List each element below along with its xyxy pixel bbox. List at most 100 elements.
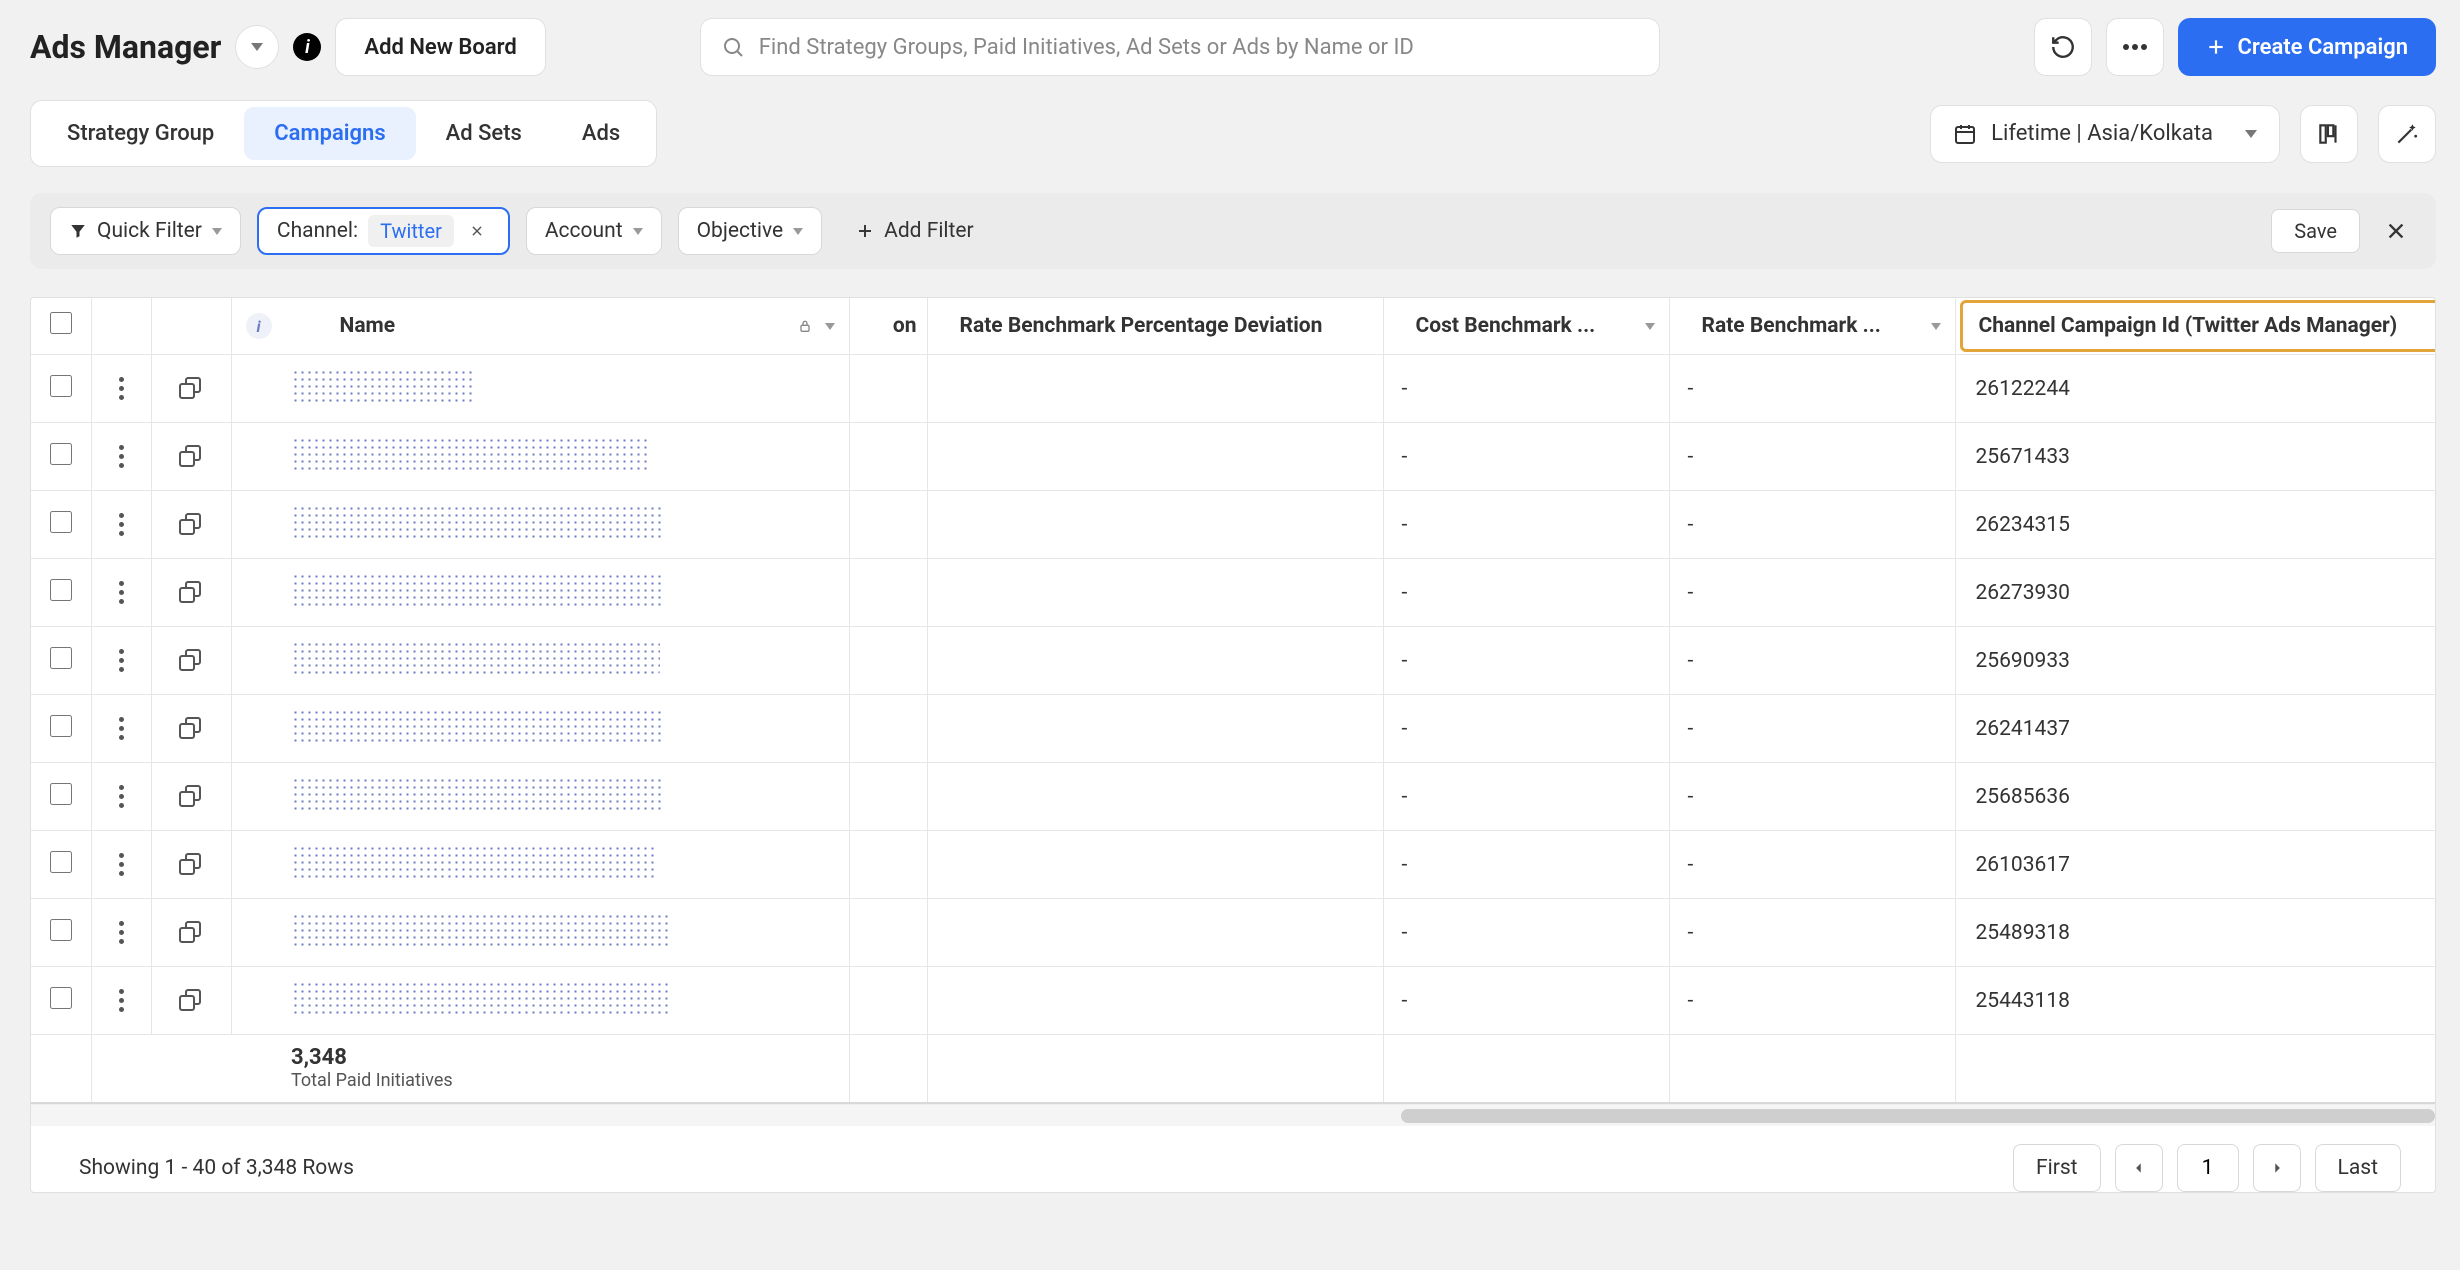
last-page-button[interactable]: Last (2315, 1144, 2401, 1192)
add-board-button[interactable]: Add New Board (335, 18, 545, 76)
col-id-header: Channel Campaign Id (Twitter Ads Manager… (1979, 314, 2398, 338)
row-checkbox[interactable] (50, 579, 72, 601)
info-icon[interactable]: i (293, 33, 321, 61)
search-input[interactable] (759, 35, 1639, 60)
tab-row: Strategy GroupCampaignsAd SetsAds Lifeti… (30, 100, 2436, 167)
summary-count: 3,348 (231, 1046, 849, 1070)
refresh-button[interactable] (2034, 18, 2092, 76)
row-checkbox[interactable] (50, 443, 72, 465)
row-menu-button[interactable] (92, 763, 151, 830)
daterange-button[interactable]: Lifetime | Asia/Kolkata (1930, 105, 2280, 163)
table-row: --25690933 (31, 627, 2436, 695)
create-campaign-button[interactable]: Create Campaign (2178, 18, 2436, 76)
quick-filter-button[interactable]: Quick Filter (50, 207, 241, 255)
campaign-name-redacted (292, 641, 660, 675)
table-row: --26234315 (31, 491, 2436, 559)
showing-text: Showing 1 - 40 of 3,348 Rows (79, 1156, 354, 1180)
campaign-name-redacted (292, 845, 654, 879)
table-footer: Showing 1 - 40 of 3,348 Rows First Last (31, 1126, 2435, 1192)
account-filter-button[interactable]: Account (526, 207, 662, 255)
open-link-icon[interactable] (179, 581, 203, 605)
objective-filter-button[interactable]: Objective (678, 207, 823, 255)
row-menu-button[interactable] (92, 695, 151, 762)
open-link-icon[interactable] (179, 513, 203, 537)
campaign-id-cell: 26103617 (1955, 831, 2436, 899)
magic-button[interactable] (2378, 105, 2436, 163)
quick-filter-label: Quick Filter (97, 219, 202, 243)
table-row: --26103617 (31, 831, 2436, 899)
add-filter-label: Add Filter (884, 219, 974, 243)
row-menu-button[interactable] (92, 355, 151, 422)
create-campaign-label: Create Campaign (2238, 35, 2408, 60)
campaign-name-redacted (292, 437, 650, 471)
col-rate-dev-header: Rate Benchmark Percentage Deviation (960, 314, 1323, 338)
tab-ad-sets[interactable]: Ad Sets (416, 107, 552, 160)
lock-icon (797, 317, 813, 335)
page-input[interactable] (2177, 1144, 2239, 1192)
close-icon (2385, 220, 2407, 242)
row-checkbox[interactable] (50, 987, 72, 1009)
row-menu-button[interactable] (92, 423, 151, 490)
open-link-icon[interactable] (179, 649, 203, 673)
table-row: --26122244 (31, 355, 2436, 423)
columns-button[interactable] (2300, 105, 2358, 163)
row-checkbox[interactable] (50, 783, 72, 805)
rate-cell: - (1669, 559, 1955, 627)
search-icon (721, 35, 745, 59)
tab-strategy-group[interactable]: Strategy Group (37, 107, 244, 160)
open-link-icon[interactable] (179, 445, 203, 469)
title-dropdown[interactable] (235, 25, 279, 69)
row-checkbox[interactable] (50, 375, 72, 397)
channel-filter-chip[interactable]: Channel: Twitter (257, 207, 510, 255)
tab-ads[interactable]: Ads (552, 107, 650, 160)
info-icon[interactable]: i (246, 313, 272, 339)
cost-cell: - (1383, 559, 1669, 627)
row-menu-button[interactable] (92, 491, 151, 558)
row-checkbox[interactable] (50, 511, 72, 533)
campaign-id-cell: 25443118 (1955, 967, 2436, 1035)
add-filter-button[interactable]: Add Filter (838, 207, 992, 255)
more-button[interactable] (2106, 18, 2164, 76)
campaign-id-cell: 25685636 (1955, 763, 2436, 831)
row-checkbox[interactable] (50, 919, 72, 941)
global-search[interactable] (700, 18, 1660, 76)
save-filters-button[interactable]: Save (2271, 209, 2360, 253)
tab-campaigns[interactable]: Campaigns (244, 107, 415, 160)
horizontal-scrollbar[interactable] (31, 1104, 2435, 1126)
sort-icon[interactable] (1931, 323, 1941, 330)
campaign-name-redacted (292, 573, 662, 607)
scrollbar-thumb[interactable] (1401, 1109, 2435, 1123)
row-menu-button[interactable] (92, 899, 151, 966)
campaign-name-redacted (292, 777, 664, 811)
summary-label: Total Paid Initiatives (231, 1070, 849, 1091)
open-link-icon[interactable] (179, 717, 203, 741)
chevron-left-icon (2132, 1160, 2146, 1176)
open-link-icon[interactable] (179, 921, 203, 945)
channel-filter-remove[interactable] (464, 222, 490, 240)
rate-cell: - (1669, 763, 1955, 831)
row-checkbox[interactable] (50, 715, 72, 737)
cost-cell: - (1383, 627, 1669, 695)
row-checkbox[interactable] (50, 851, 72, 873)
sort-icon[interactable] (825, 323, 835, 330)
rate-cell: - (1669, 967, 1955, 1035)
next-page-button[interactable] (2253, 1144, 2301, 1192)
open-link-icon[interactable] (179, 853, 203, 877)
top-bar: Ads Manager i Add New Board Create Campa… (30, 18, 2436, 76)
select-all-checkbox[interactable] (50, 312, 72, 334)
table-header-row: i Name on Rate Benchmark Percentage Devi… (31, 298, 2436, 355)
prev-page-button[interactable] (2115, 1144, 2163, 1192)
open-link-icon[interactable] (179, 377, 203, 401)
row-menu-button[interactable] (92, 967, 151, 1034)
first-page-button[interactable]: First (2013, 1144, 2101, 1192)
sort-icon[interactable] (1645, 323, 1655, 330)
row-menu-button[interactable] (92, 627, 151, 694)
refresh-icon (2050, 34, 2076, 60)
open-link-icon[interactable] (179, 785, 203, 809)
clear-filters-button[interactable] (2376, 211, 2416, 251)
open-link-icon[interactable] (179, 989, 203, 1013)
row-menu-button[interactable] (92, 831, 151, 898)
row-menu-button[interactable] (92, 559, 151, 626)
magic-wand-icon (2394, 121, 2420, 147)
row-checkbox[interactable] (50, 647, 72, 669)
